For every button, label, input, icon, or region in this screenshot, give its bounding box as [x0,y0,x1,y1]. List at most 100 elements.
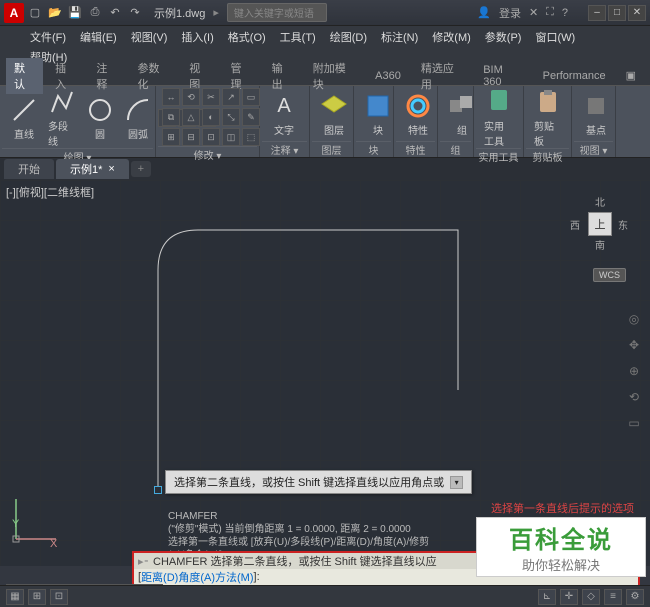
nav-orbit-icon[interactable]: ⟲ [625,388,643,406]
filetab-close-icon[interactable]: × [108,163,114,175]
arc-button[interactable]: 圆弧 [120,96,156,141]
polyline-button[interactable]: 多段线 [44,88,80,148]
tooltip-text: 选择第二条直线，或按住 Shift 键选择直线以应用角点或 [174,474,444,490]
layers-icon [320,92,348,120]
circle-icon [86,96,114,124]
ucs-y-label: Y [12,518,19,530]
tab-expander-icon[interactable]: ▣ [618,67,644,84]
tab-performance[interactable]: Performance [535,68,614,84]
filetab-start-label: 开始 [18,161,40,177]
menu-format[interactable]: 格式(O) [228,29,266,45]
viewcube-south[interactable]: 南 [595,237,605,252]
utils-button[interactable]: 实用工具 [480,88,517,148]
layers-button[interactable]: 图层 [316,92,352,137]
sb-osnap-icon[interactable]: ◇ [582,589,600,605]
circle-button[interactable]: 圆 [82,96,118,141]
panel-title-base[interactable]: 视图 ▾ [574,141,613,155]
app-logo[interactable]: A [4,3,24,23]
close-button[interactable]: ✕ [628,5,646,21]
a360-icon[interactable]: ⛶ [546,6,554,19]
nav-pan-icon[interactable]: ✥ [625,336,643,354]
menu-insert[interactable]: 插入(I) [181,29,213,45]
props-icon [404,92,432,120]
sb-lwt-icon[interactable]: ≡ [604,589,622,605]
title-arrow-icon[interactable]: ▸ [213,6,219,19]
menu-param[interactable]: 参数(P) [485,29,522,45]
sb-grid-icon[interactable]: ⊞ [28,589,46,605]
ucs-x-label: X [50,538,57,550]
panel-title-annot[interactable]: 注释 ▾ [262,141,307,155]
signin-label[interactable]: 登录 [499,5,521,21]
menu-modify[interactable]: 修改(M) [432,29,471,45]
menu-window[interactable]: 窗口(W) [535,29,575,45]
filetab-new[interactable]: + [131,161,151,177]
viewcube-north[interactable]: 北 [595,194,605,209]
sb-snap-icon[interactable]: ⊡ [50,589,68,605]
viewcube-east[interactable]: 东 [618,217,628,232]
menu-view[interactable]: 视图(V) [131,29,168,45]
doc-title: 示例1.dwg [154,5,205,21]
text-label: 文字 [274,122,294,137]
sb-ortho-icon[interactable]: ⊾ [538,589,556,605]
menu-file[interactable]: 文件(F) [30,29,66,45]
save-icon[interactable]: 💾 [68,6,82,20]
nav-wheel-icon[interactable]: ◎ [625,310,643,328]
filetab-doc[interactable]: 示例1*× [56,159,129,179]
panel-title-modify[interactable]: 修改 ▾ [158,146,257,160]
panel-title-group: 组 [440,141,471,155]
base-button[interactable]: 基点 [578,92,614,137]
redo-icon[interactable]: ↷ [128,6,142,20]
clipboard-icon [534,88,562,116]
cmd-opt-angle[interactable]: 角度(A) [178,569,215,585]
saveas-icon[interactable]: ⎙ [88,6,102,20]
cmd-opt-distance[interactable]: 距离(D) [141,569,178,585]
viewcube-west[interactable]: 西 [570,217,580,232]
help-icon[interactable]: ? [562,7,568,19]
nav-showmotion-icon[interactable]: ▭ [625,414,643,432]
watermark-title: 百科全说 [509,520,613,555]
viewcube[interactable]: 北 南 西 东 上 [568,192,630,254]
cmdline-bracket-end: ]: [254,571,260,583]
cmd-opt-method[interactable]: 方法(M) [215,569,254,585]
help-search-input[interactable]: 键入关键字或短语 [227,3,327,22]
ucs-indicator[interactable]: Y X [10,495,60,548]
drawing-canvas[interactable]: [-][俯视][二维线框] 选择第二条直线，或按住 Shift 键选择直线以应用… [0,180,650,566]
minimize-button[interactable]: – [588,5,606,21]
menu-tools[interactable]: 工具(T) [280,29,316,45]
exchange-icon[interactable]: ✕ [529,6,538,19]
tooltip-dropdown-icon[interactable]: ▾ [450,476,463,489]
viewcube-top[interactable]: 上 [588,212,612,236]
block-label: 块 [373,122,383,137]
sb-cog-icon[interactable]: ⚙ [626,589,644,605]
filetab-start[interactable]: 开始 [4,159,54,179]
open-icon[interactable]: 📂 [48,6,62,20]
sb-polar-icon[interactable]: ✛ [560,589,578,605]
menu-edit[interactable]: 编辑(E) [80,29,117,45]
drawing-geometry [158,230,458,490]
grip-handle[interactable] [154,486,162,494]
panel-title-block: 块 [356,141,391,155]
props-label: 特性 [408,122,428,137]
wcs-label[interactable]: WCS [593,268,626,282]
new-icon[interactable]: ▢ [28,6,42,20]
line-icon [10,96,38,124]
line-button[interactable]: 直线 [6,96,42,141]
sb-model-icon[interactable]: ▦ [6,589,24,605]
block-button[interactable]: 块 [360,92,396,137]
modify-tools[interactable]: ↔⟲✂↗▭⧉△◐⤡✎⊞⊟⊡◫⬚ [162,88,260,146]
arc-label: 圆弧 [128,126,148,141]
text-button[interactable]: A文字 [266,92,302,137]
watermark-subtitle: 助你轻松解决 [522,555,600,574]
maximize-button[interactable]: □ [608,5,626,21]
polyline-icon [48,88,76,116]
undo-icon[interactable]: ↶ [108,6,122,20]
menu-dim[interactable]: 标注(N) [381,29,418,45]
clipboard-button[interactable]: 剪贴板 [530,88,566,148]
viewport-label[interactable]: [-][俯视][二维线框] [6,184,94,200]
menu-draw[interactable]: 绘图(D) [330,29,367,45]
props-button[interactable]: 特性 [400,92,436,137]
signin-icon[interactable]: 👤 [477,6,491,19]
tab-a360[interactable]: A360 [367,68,409,84]
polyline-label: 多段线 [48,118,76,148]
nav-zoom-icon[interactable]: ⊕ [625,362,643,380]
